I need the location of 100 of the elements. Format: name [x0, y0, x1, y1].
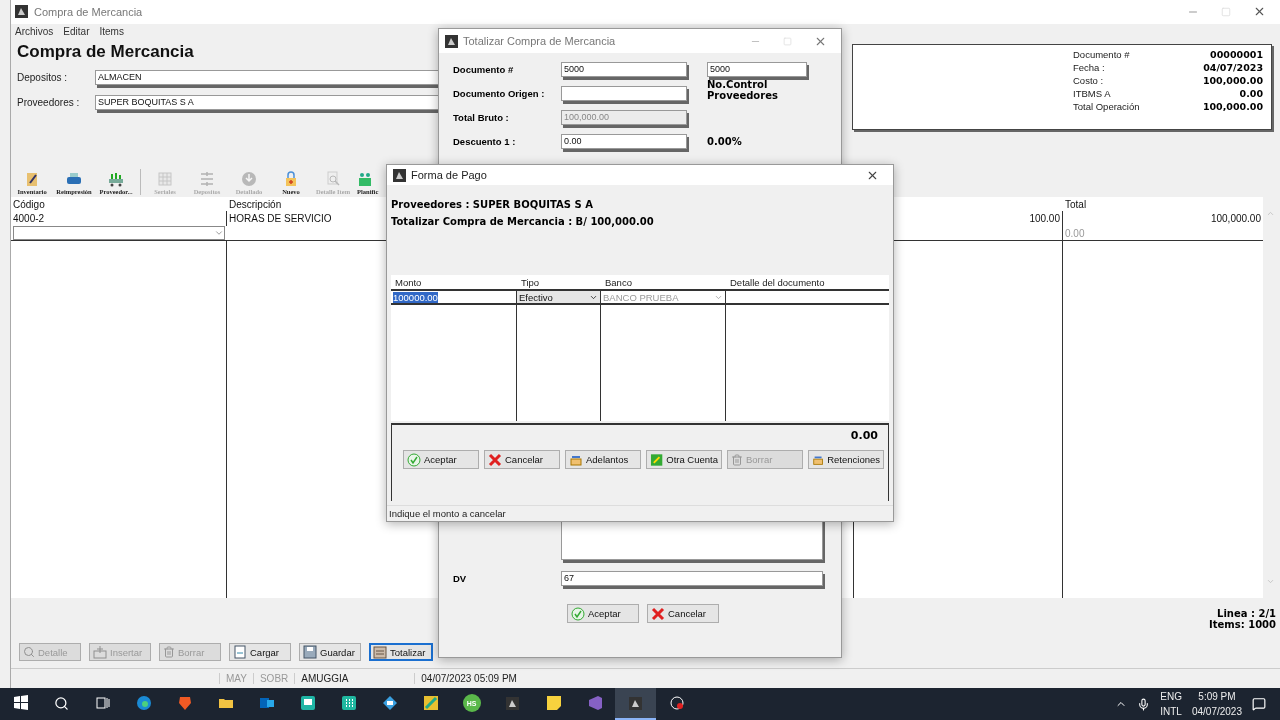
dialog-button[interactable]: Aceptar — [567, 604, 639, 623]
summary-value: 00000001 — [1209, 48, 1263, 60]
tools-app-icon — [422, 695, 439, 711]
cross-icon — [651, 606, 665, 621]
table-cell: 100,000.00 — [1210, 213, 1261, 225]
table-cell: 100.00 — [1029, 213, 1060, 225]
app-logo-icon — [629, 696, 642, 710]
dialog-button[interactable]: Cancelar — [484, 450, 560, 469]
column-header: Total — [1065, 198, 1087, 210]
swirl-app-icon — [135, 695, 152, 711]
field-label: Descuento 1 : — [453, 135, 517, 147]
calculator-icon — [373, 645, 387, 660]
action-button[interactable]: Guardar — [299, 643, 361, 662]
check-circle-icon — [407, 452, 421, 467]
dialog-button[interactable]: Retenciones — [808, 450, 884, 469]
total-text: 0.00 — [849, 428, 879, 442]
dialog-button[interactable]: Adelantos — [565, 450, 641, 469]
text-field[interactable]: 5000 — [561, 61, 687, 77]
column-header: Descripción — [229, 198, 282, 210]
grid-icon — [157, 171, 173, 188]
dropdown-field[interactable] — [13, 226, 225, 241]
search-icon — [23, 646, 35, 659]
table-cell: HORAS DE SERVICIO — [229, 213, 332, 225]
app-logo-icon — [15, 5, 28, 19]
info-text: Totalizar Compra de Mercancia : B/ 100,000.00 — [390, 216, 655, 227]
summary-value: 100,000.00 — [1202, 100, 1263, 112]
table-cell: 4000-2 — [13, 213, 45, 225]
notification-icon[interactable] — [1252, 697, 1266, 711]
app-logo-icon — [506, 696, 519, 710]
counter-text: Items: 1000 — [1209, 619, 1276, 631]
lines-icon — [199, 171, 215, 188]
menu-item[interactable]: Archivos — [15, 26, 54, 38]
summary-label: ITBMS A — [1073, 87, 1112, 99]
monitor-app-icon — [299, 695, 316, 711]
window-title: Compra de Mercancia — [34, 5, 143, 18]
dialog-title: Forma de Pago — [411, 169, 487, 181]
percent-text: 0.00% — [707, 135, 742, 147]
document-icon — [233, 645, 247, 660]
text-field[interactable]: 67 — [561, 570, 823, 586]
amount-field[interactable]: 100000.00 — [393, 291, 438, 303]
magnifier-icon — [325, 171, 341, 188]
cross-icon — [488, 452, 502, 467]
dialog-button[interactable]: Otra Cuenta — [646, 450, 722, 469]
clock[interactable]: 5:09 PM 04/07/2023 — [1191, 689, 1242, 719]
dialog-button[interactable]: Cancelar — [647, 604, 719, 623]
column-header: Código — [13, 198, 45, 210]
windows-logo-icon — [12, 695, 29, 711]
type-dropdown[interactable]: Efectivo — [517, 291, 601, 303]
app-logo-icon — [393, 168, 406, 182]
counter-text: Linea : 2/1 — [1217, 608, 1276, 620]
status-text: MAY — [219, 673, 253, 685]
status-text: Indique el monto a cancelar — [387, 505, 893, 521]
tray-plus-icon — [93, 645, 107, 660]
action-button[interactable]: Totalizar — [369, 643, 433, 662]
record-app-icon — [668, 695, 685, 711]
disc-icon — [241, 171, 257, 188]
field-label: Proveedores : — [17, 96, 81, 108]
trash-icon — [731, 453, 743, 466]
menu-item[interactable]: Items — [99, 26, 124, 38]
search-icon[interactable] — [54, 695, 69, 711]
status-text: 04/07/2023 05:09 PM — [414, 673, 523, 685]
text-field[interactable]: 0.00 — [561, 133, 687, 149]
clipboard-icon — [24, 171, 40, 188]
text-field[interactable]: 5000 — [707, 61, 807, 77]
status-text: SOBR — [252, 673, 295, 685]
truck-icon — [108, 171, 124, 188]
summary-value: 0.00 — [1238, 87, 1263, 99]
summary-value: 100,000.00 — [1202, 74, 1263, 86]
pencil-square-icon — [650, 452, 664, 467]
app-logo-icon — [445, 34, 458, 48]
trash-icon — [163, 646, 175, 659]
dialog-button[interactable]: Aceptar — [403, 450, 479, 469]
field-label: Total Bruto : — [453, 111, 510, 123]
summary-value: 04/07/2023 — [1202, 61, 1263, 73]
people-icon — [357, 171, 373, 188]
action-button[interactable]: Cargar — [229, 643, 291, 662]
summary-label: Total Operación — [1073, 100, 1141, 112]
column-header: Detalle del documento — [729, 275, 826, 289]
diamond-app-icon — [381, 695, 398, 711]
info-text: Proveedores : SUPER BOQUITAS S A — [390, 199, 594, 210]
mail-app-icon — [258, 695, 275, 711]
task-view-icon — [94, 695, 111, 711]
text-field[interactable] — [561, 85, 687, 101]
check-circle-icon — [571, 606, 585, 621]
dot-grid-icon — [340, 695, 357, 711]
dialog-title: Totalizar Compra de Mercancia — [463, 35, 616, 47]
summary-label: Documento # — [1073, 48, 1131, 60]
microphone-icon[interactable] — [1137, 697, 1151, 711]
column-header: Tipo — [520, 275, 541, 289]
lock-plus-icon — [283, 171, 299, 188]
language-indicator[interactable]: ENG INTL — [1160, 689, 1182, 719]
status-text: AMUGGIA — [294, 673, 415, 685]
field-label: Depositos : — [17, 71, 69, 83]
column-header: Monto — [394, 275, 423, 289]
summary-label: Fecha : — [1073, 61, 1106, 73]
sticky-note-icon — [545, 695, 562, 711]
summary-label: Costo : — [1073, 74, 1105, 86]
menu-item[interactable]: Editar — [63, 26, 90, 38]
column-header: Banco — [604, 275, 633, 289]
field-label: DV — [453, 572, 468, 584]
